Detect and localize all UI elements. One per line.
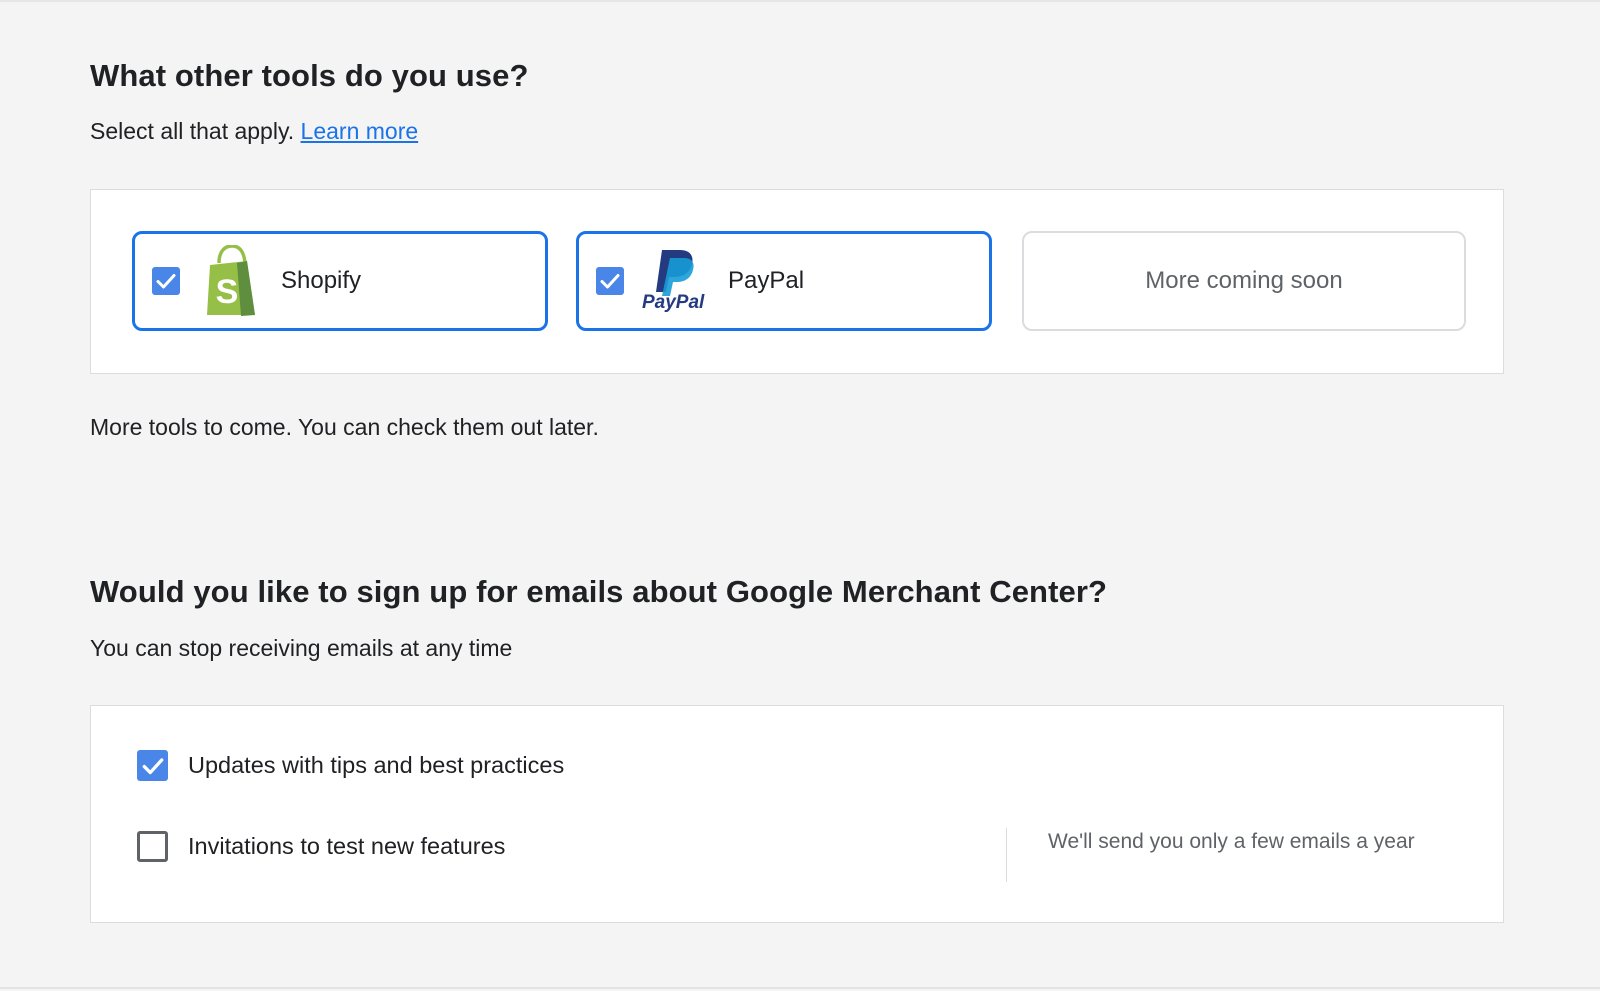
email-frequency-note: We'll send you only a few emails a year xyxy=(1048,830,1415,853)
paypal-logo-icon: PayPal xyxy=(640,246,712,316)
paypal-logo-text: PayPal xyxy=(642,292,705,313)
shopify-checkbox[interactable] xyxy=(152,267,180,295)
checkmark-icon xyxy=(156,274,176,289)
tools-note: More tools to come. You can check them o… xyxy=(90,414,599,440)
tools-subtitle-text: Select all that apply. xyxy=(90,118,295,144)
bottom-divider xyxy=(0,987,1600,989)
paypal-option-card[interactable]: PayPal PayPal xyxy=(576,231,992,331)
tips-label: Updates with tips and best practices xyxy=(188,752,565,778)
tips-checkbox[interactable] xyxy=(137,750,168,781)
coming-soon-label: More coming soon xyxy=(1145,267,1343,294)
vertical-divider xyxy=(1006,828,1007,882)
shopify-option-card[interactable]: S Shopify xyxy=(132,231,548,331)
more-coming-soon-card: More coming soon xyxy=(1022,231,1466,331)
tools-panel: S Shopify PayPal PayPal More coming soon xyxy=(90,189,1504,374)
checkmark-icon xyxy=(600,274,620,289)
invitations-label: Invitations to test new features xyxy=(188,833,506,859)
email-section-title: Would you like to sign up for emails abo… xyxy=(90,574,1108,609)
checkmark-icon xyxy=(142,757,163,774)
tools-section-subtitle: Select all that apply. Learn more xyxy=(90,118,418,145)
email-panel: Updates with tips and best practices Inv… xyxy=(90,705,1504,923)
learn-more-link[interactable]: Learn more xyxy=(301,118,419,144)
email-option-invitations[interactable]: Invitations to test new features xyxy=(137,831,505,862)
paypal-label: PayPal xyxy=(728,267,805,294)
email-option-tips[interactable]: Updates with tips and best practices xyxy=(137,750,564,781)
email-section-subtitle: You can stop receiving emails at any tim… xyxy=(90,635,513,661)
shopify-bag-icon: S xyxy=(205,244,259,317)
shopify-label: Shopify xyxy=(281,267,362,294)
top-divider xyxy=(0,0,1600,2)
paypal-checkbox[interactable] xyxy=(596,267,624,295)
invitations-checkbox[interactable] xyxy=(137,831,168,862)
svg-text:S: S xyxy=(216,273,239,311)
tools-section-title: What other tools do you use? xyxy=(90,58,529,93)
